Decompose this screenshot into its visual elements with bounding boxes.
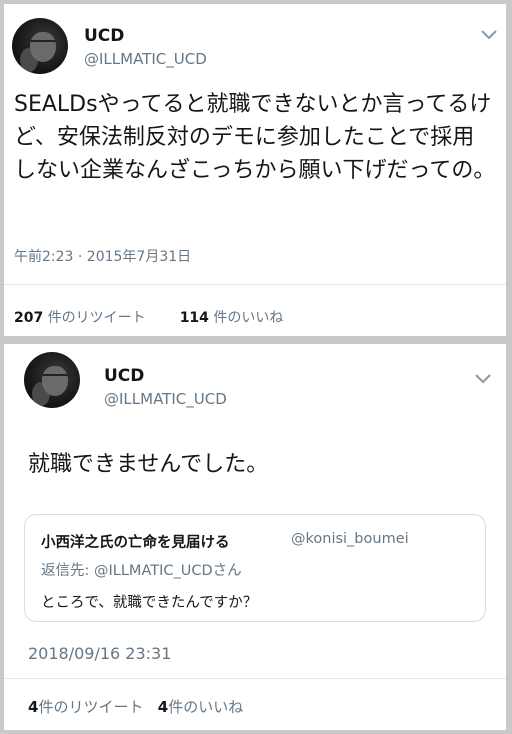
tweet-card-reply: UCD @ILLMATIC_UCD 就職できませんでした。 小西洋之氏の亡命を見…: [4, 344, 506, 730]
like-stat[interactable]: 114 件のいいね: [180, 310, 284, 326]
timestamp[interactable]: 午前2:23 · 2015年7月31日: [14, 246, 191, 266]
chevron-down-icon[interactable]: [480, 28, 498, 40]
divider: [4, 678, 506, 679]
user-handle[interactable]: @ILLMATIC_UCD: [84, 50, 207, 68]
quoted-tweet[interactable]: 小西洋之氏の亡命を見届ける @konisi_boumei 返信先: @ILLMA…: [24, 514, 486, 622]
like-count: 114: [179, 310, 209, 326]
engagement-stats: 207 件のリツイート 114 件のいいね: [14, 307, 283, 327]
like-stat[interactable]: 4件のいいね: [158, 698, 243, 716]
retweet-stat[interactable]: 4件のリツイート: [28, 698, 143, 716]
display-name[interactable]: UCD: [104, 366, 144, 386]
timestamp[interactable]: 2018/09/16 23:31: [28, 644, 171, 663]
retweet-label: 件のリツイート: [38, 698, 144, 716]
chevron-down-icon[interactable]: [474, 372, 492, 384]
tweet-card-original: UCD @ILLMATIC_UCD SEALDsやってると就職できないとか言って…: [4, 4, 506, 336]
engagement-stats: 4件のリツイート 4件のいいね: [28, 696, 243, 717]
divider: [4, 284, 506, 285]
like-count: 4: [157, 698, 169, 716]
quoted-tweet-text: ところで、就職できたんですか？: [41, 595, 258, 611]
retweet-label: 件のリツイート: [47, 310, 146, 326]
display-name[interactable]: UCD: [84, 26, 124, 46]
quoted-reply-to: 返信先: @ILLMATIC_UCDさん: [41, 563, 242, 579]
retweet-stat[interactable]: 207 件のリツイート: [14, 310, 146, 326]
avatar[interactable]: [12, 18, 68, 74]
like-label: 件のいいね: [213, 310, 284, 326]
avatar[interactable]: [24, 352, 80, 408]
retweet-count: 4: [28, 698, 39, 716]
retweet-count: 207: [14, 310, 44, 326]
like-label: 件のいいね: [168, 698, 244, 716]
tweet-text: SEALDsやってると就職できないとか言ってるけど、安保法制反対のデモに参加した…: [14, 92, 496, 183]
quoted-user-handle: @konisi_boumei: [291, 531, 409, 547]
user-handle[interactable]: @ILLMATIC_UCD: [104, 390, 227, 408]
quoted-display-name: 小西洋之氏の亡命を見届ける: [41, 535, 230, 551]
tweet-text: 就職できませんでした。: [28, 452, 269, 477]
